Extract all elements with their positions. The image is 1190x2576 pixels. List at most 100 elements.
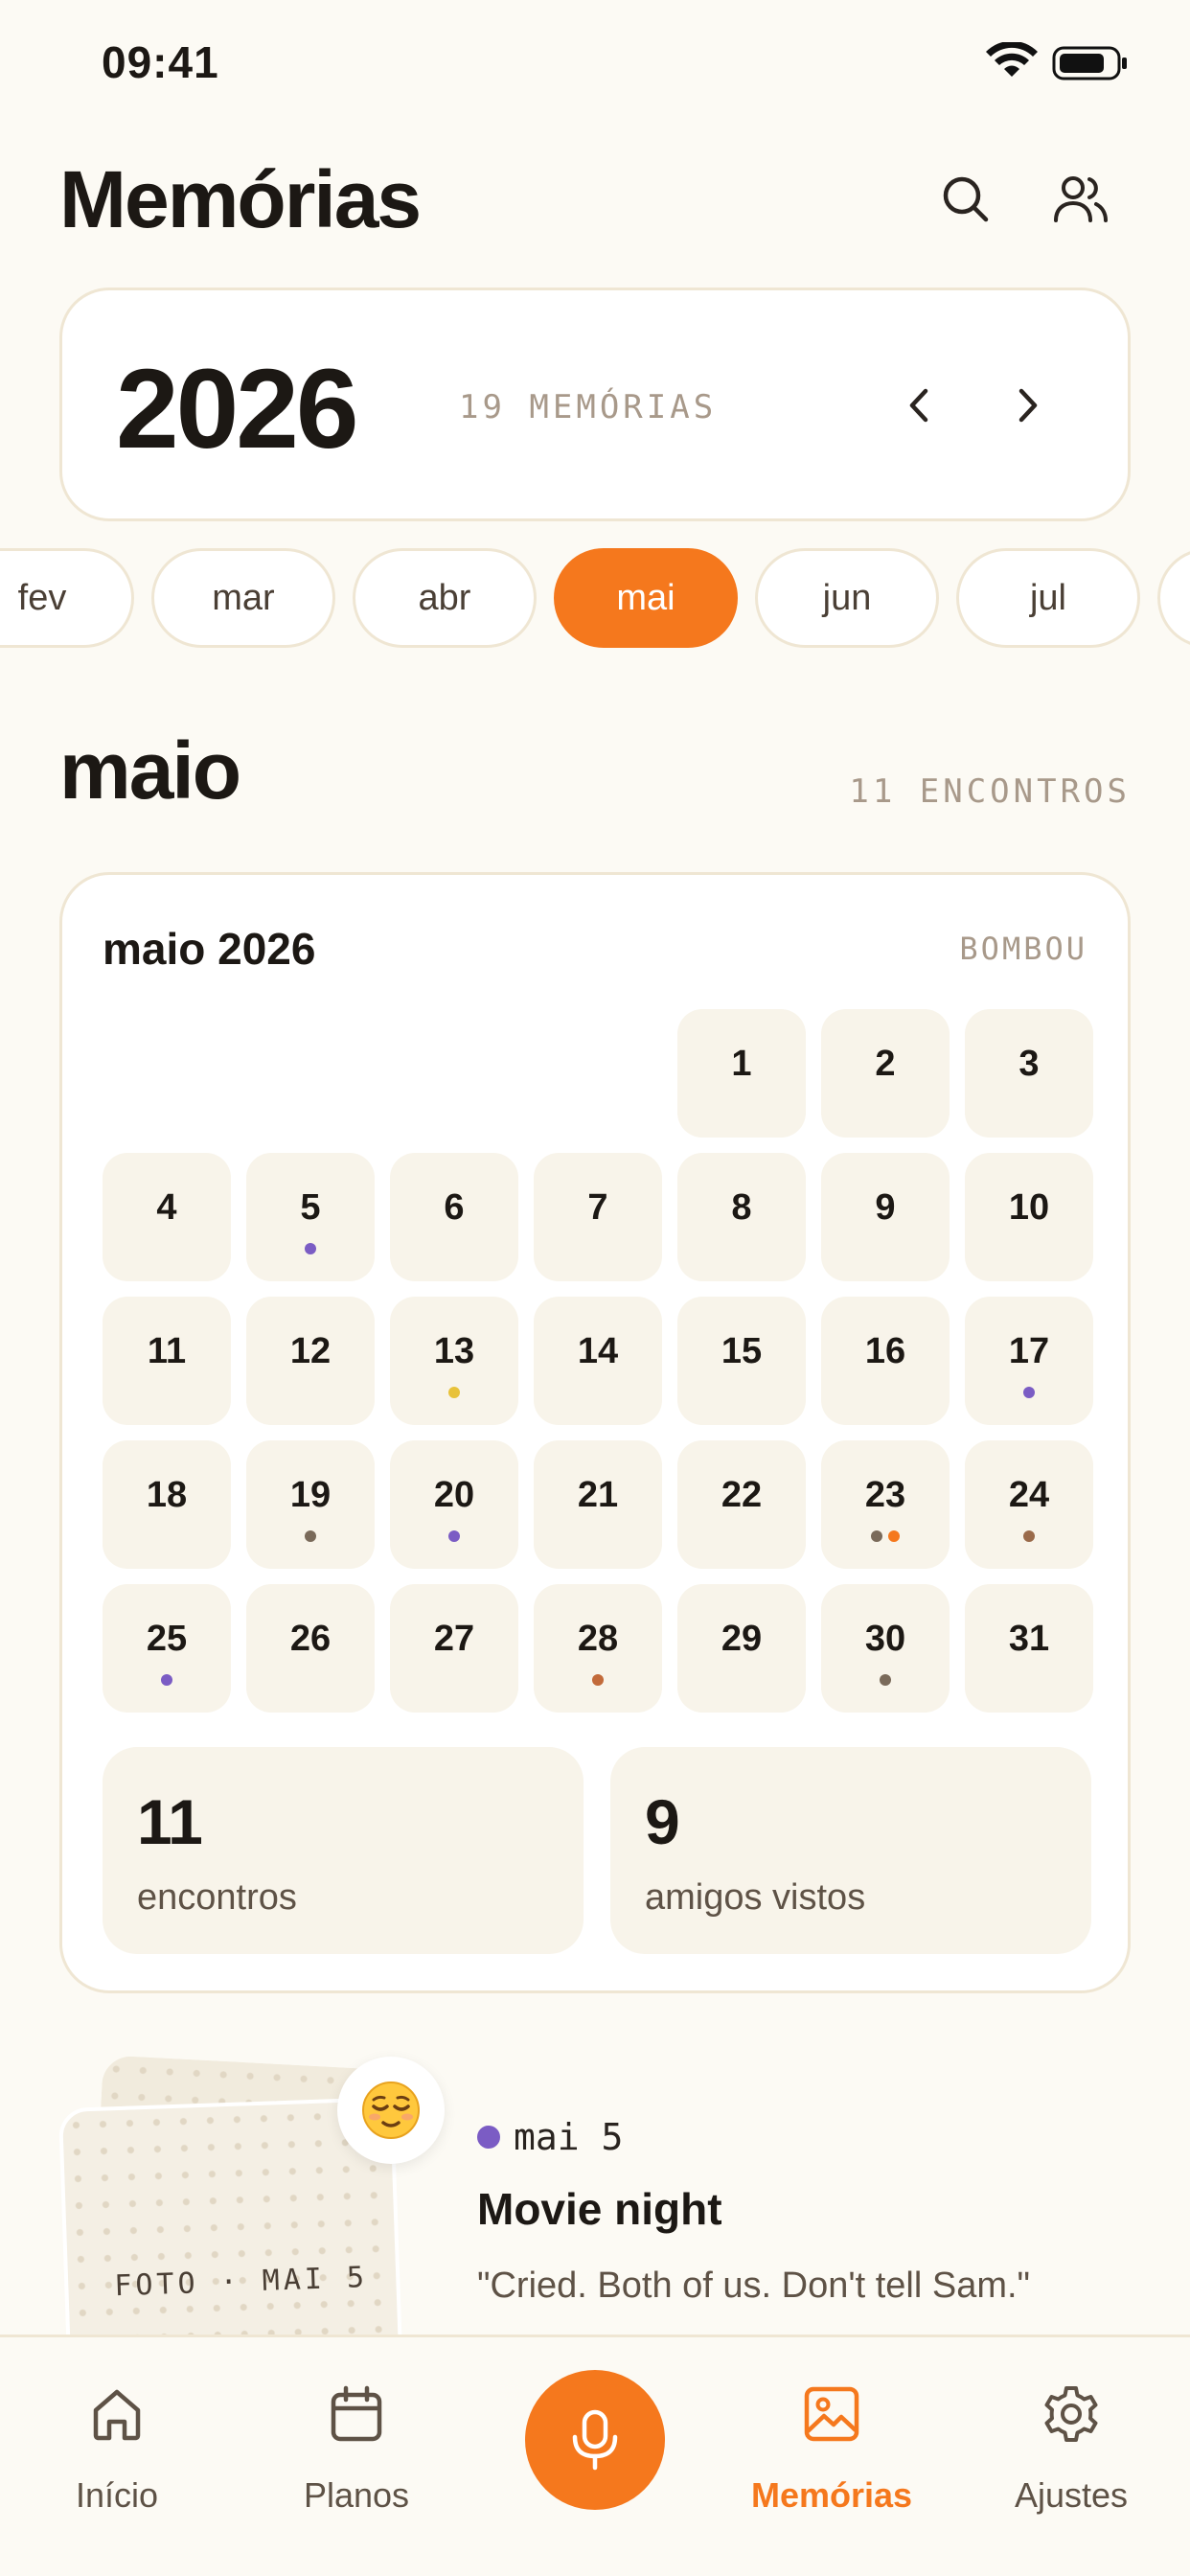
event-dots bbox=[821, 1530, 950, 1542]
event-dot bbox=[305, 1243, 316, 1254]
event-dot bbox=[1023, 1530, 1035, 1542]
calendar-day[interactable]: 11 bbox=[103, 1297, 231, 1425]
previous-year-button[interactable] bbox=[890, 377, 948, 434]
calendar-day[interactable]: 6 bbox=[390, 1153, 518, 1281]
day-number: 19 bbox=[289, 1475, 332, 1515]
calendar-day[interactable]: 29 bbox=[677, 1584, 806, 1713]
stat-encounters: 11 encontros bbox=[103, 1747, 584, 1954]
day-number: 17 bbox=[1008, 1331, 1050, 1371]
category-dot bbox=[477, 2126, 500, 2149]
bottom-tab-bar: Início Planos Memórias Ajustes bbox=[0, 2334, 1190, 2576]
mood-emoji bbox=[337, 2057, 445, 2164]
calendar-day[interactable]: 30 bbox=[821, 1584, 950, 1713]
stat-value: 9 bbox=[645, 1786, 680, 1857]
day-number: 25 bbox=[146, 1619, 188, 1659]
calendar-day[interactable]: 22 bbox=[677, 1440, 806, 1569]
event-dot bbox=[880, 1674, 891, 1686]
calendar-day[interactable]: 23 bbox=[821, 1440, 950, 1569]
tab-label: Planos bbox=[303, 2475, 410, 2515]
tab-memorias[interactable]: Memórias bbox=[736, 2383, 927, 2527]
day-number: 30 bbox=[864, 1619, 906, 1659]
day-number: 16 bbox=[864, 1331, 906, 1371]
calendar-day[interactable]: 12 bbox=[246, 1297, 375, 1425]
calendar-day[interactable]: 14 bbox=[534, 1297, 662, 1425]
calendar-day[interactable]: 17 bbox=[965, 1297, 1093, 1425]
calendar-tag: BOMBOU bbox=[959, 931, 1087, 967]
calendar-day[interactable]: 3 bbox=[965, 1009, 1093, 1138]
gear-icon bbox=[1044, 2386, 1098, 2442]
day-number: 24 bbox=[1008, 1475, 1050, 1515]
month-chip-abr[interactable]: abr bbox=[353, 548, 537, 648]
calendar-day[interactable]: 8 bbox=[677, 1153, 806, 1281]
users-icon bbox=[1054, 176, 1108, 222]
stat-friends-seen: 9 amigos vistos bbox=[610, 1747, 1091, 1954]
day-number: 8 bbox=[731, 1187, 752, 1228]
calendar-day[interactable]: 13 bbox=[390, 1297, 518, 1425]
photo-label: FOTO · MAI 5 bbox=[113, 2261, 369, 2304]
event-dots bbox=[965, 1387, 1093, 1398]
month-encounter-count: 11 ENCONTROS bbox=[849, 772, 1131, 811]
microphone-icon bbox=[572, 2409, 618, 2471]
month-chip-jul[interactable]: jul bbox=[956, 548, 1140, 648]
calendar-day[interactable]: 16 bbox=[821, 1297, 950, 1425]
tab-planos[interactable]: Planos bbox=[261, 2383, 452, 2527]
calendar-day[interactable]: 19 bbox=[246, 1440, 375, 1569]
calendar-day[interactable]: 5 bbox=[246, 1153, 375, 1281]
next-year-button[interactable] bbox=[999, 377, 1057, 434]
calendar-day[interactable]: 9 bbox=[821, 1153, 950, 1281]
memory-title[interactable]: Movie night bbox=[477, 2183, 722, 2235]
tab-ajustes[interactable]: Ajustes bbox=[975, 2383, 1167, 2527]
event-dot bbox=[871, 1530, 882, 1542]
month-chip-fev[interactable]: fev bbox=[0, 548, 134, 648]
day-number: 11 bbox=[147, 1331, 187, 1371]
event-dots bbox=[246, 1243, 375, 1254]
calendar-day[interactable]: 10 bbox=[965, 1153, 1093, 1281]
day-number: 29 bbox=[721, 1619, 763, 1659]
chevron-right-icon bbox=[1018, 388, 1038, 423]
month-selector: fev mar abr mai jun jul bbox=[0, 548, 1190, 648]
calendar-day[interactable]: 4 bbox=[103, 1153, 231, 1281]
home-icon bbox=[93, 2389, 141, 2441]
friends-button[interactable] bbox=[1050, 169, 1111, 230]
calendar-day[interactable]: 7 bbox=[534, 1153, 662, 1281]
day-number: 13 bbox=[433, 1331, 475, 1371]
day-number: 20 bbox=[433, 1475, 475, 1515]
search-button[interactable] bbox=[935, 169, 996, 230]
day-number: 4 bbox=[156, 1187, 177, 1228]
calendar-day[interactable]: 24 bbox=[965, 1440, 1093, 1569]
day-number: 22 bbox=[721, 1475, 763, 1515]
month-chip-jun[interactable]: jun bbox=[755, 548, 939, 648]
month-chip-mar[interactable]: mar bbox=[151, 548, 335, 648]
stat-value: 11 bbox=[137, 1786, 203, 1857]
image-icon bbox=[804, 2386, 859, 2442]
memory-date-row: mai 5 bbox=[477, 2116, 623, 2158]
calendar-day[interactable]: 31 bbox=[965, 1584, 1093, 1713]
calendar-day[interactable]: 27 bbox=[390, 1584, 518, 1713]
day-number: 3 bbox=[1018, 1044, 1040, 1084]
tab-inicio[interactable]: Início bbox=[21, 2383, 213, 2527]
month-chip-more[interactable] bbox=[1157, 548, 1190, 648]
battery-icon bbox=[1052, 46, 1127, 80]
month-chip-mai[interactable]: mai bbox=[554, 548, 738, 648]
tab-label: Início bbox=[75, 2475, 159, 2515]
day-number: 9 bbox=[875, 1187, 896, 1228]
status-bar: 09:41 bbox=[0, 0, 1190, 125]
calendar-day[interactable]: 25 bbox=[103, 1584, 231, 1713]
day-number: 15 bbox=[721, 1331, 763, 1371]
calendar-day[interactable]: 28 bbox=[534, 1584, 662, 1713]
voice-record-button[interactable] bbox=[525, 2370, 665, 2510]
calendar-day[interactable]: 2 bbox=[821, 1009, 950, 1138]
calendar-card: maio 2026 BOMBOU 11 encontros 9 amigos v… bbox=[59, 872, 1131, 1993]
calendar-day[interactable]: 21 bbox=[534, 1440, 662, 1569]
calendar-day[interactable]: 20 bbox=[390, 1440, 518, 1569]
calendar-day[interactable]: 1 bbox=[677, 1009, 806, 1138]
event-dot bbox=[888, 1530, 900, 1542]
day-number: 7 bbox=[587, 1187, 608, 1228]
calendar-day[interactable]: 26 bbox=[246, 1584, 375, 1713]
calendar-day[interactable]: 15 bbox=[677, 1297, 806, 1425]
page-title: Memórias bbox=[59, 154, 422, 244]
calendar-day[interactable]: 18 bbox=[103, 1440, 231, 1569]
day-number: 12 bbox=[289, 1331, 332, 1371]
calendar-title: maio 2026 bbox=[103, 924, 316, 974]
event-dots bbox=[965, 1530, 1093, 1542]
